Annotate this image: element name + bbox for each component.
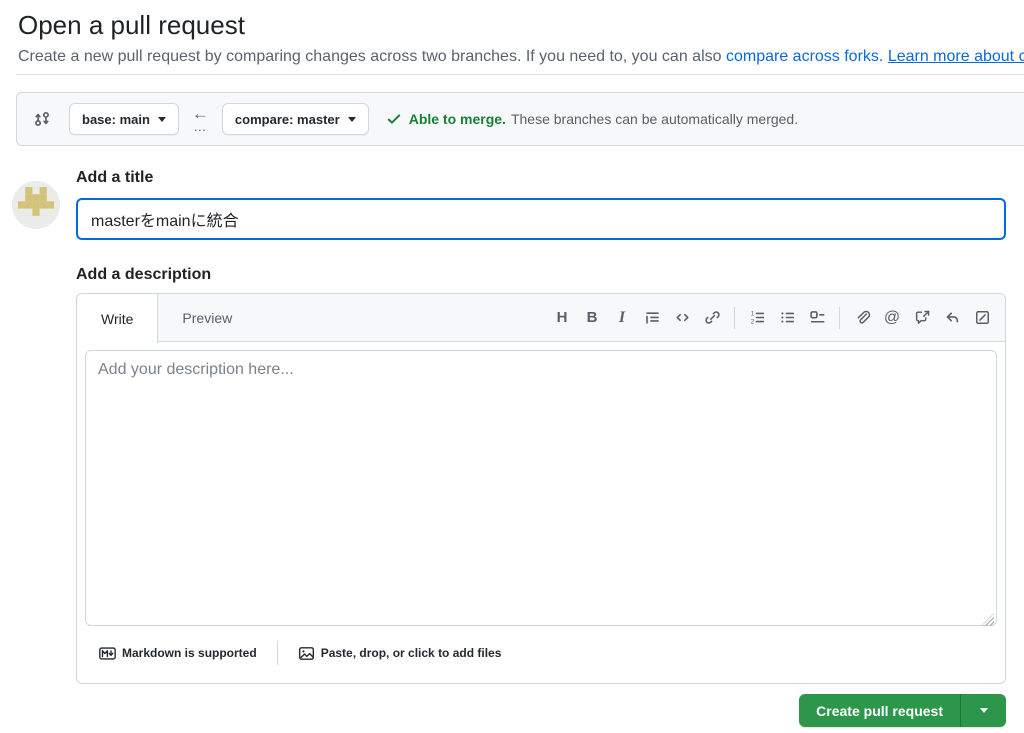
pull-request-form: Add a title Add a description Write Prev… — [0, 167, 1024, 727]
description-label: Add a description — [76, 266, 212, 283]
markdown-icon — [99, 645, 116, 662]
merge-status-text: These branches can be automatically merg… — [510, 111, 799, 127]
markdown-supported-link[interactable]: Markdown is supported — [91, 645, 265, 662]
tab-preview[interactable]: Preview — [158, 294, 256, 341]
link-icon[interactable] — [699, 305, 725, 331]
reply-icon[interactable] — [939, 305, 965, 331]
svg-text:2: 2 — [750, 318, 754, 325]
editor-toolbar: H B I 12 @ — [549, 294, 1005, 341]
subtitle-text: Create a new pull request by comparing c… — [18, 48, 726, 65]
create-pull-request-split-button: Create pull request — [799, 694, 1006, 727]
title-label: Add a title — [76, 169, 154, 186]
heading-icon[interactable]: H — [549, 305, 575, 331]
avatar — [12, 181, 60, 229]
attach-files-label: Paste, drop, or click to add files — [320, 646, 502, 660]
code-icon[interactable] — [669, 305, 695, 331]
base-branch-label: base: main — [82, 111, 150, 127]
footer-divider — [276, 641, 278, 665]
page-subtitle: Create a new pull request by comparing c… — [18, 46, 1024, 68]
page-title: Open a pull request — [18, 10, 245, 40]
editor-footer: Markdown is supported Paste, drop, or cl… — [85, 631, 997, 675]
toolbar-divider — [734, 306, 735, 329]
markdown-supported-label: Markdown is supported — [122, 646, 257, 660]
compare-direction-indicator: ← … — [192, 105, 209, 133]
merge-status: Able to merge. These branches can be aut… — [386, 111, 798, 127]
base-branch-button[interactable]: base: main — [69, 103, 179, 135]
fullscreen-icon[interactable] — [969, 305, 995, 331]
svg-text:1: 1 — [750, 311, 754, 318]
ellipsis-icon: … — [193, 119, 208, 134]
tab-write[interactable]: Write — [77, 294, 159, 343]
cross-reference-icon[interactable] — [909, 305, 935, 331]
editor-header: Write Preview H B I 1 2 @ — [77, 294, 1005, 343]
merge-status-strong: Able to merge. — [408, 111, 506, 127]
chevron-down-icon — [157, 116, 166, 122]
compare-branch-label: compare: master — [234, 111, 340, 127]
form-actions: Create pull request — [76, 694, 1006, 727]
learn-more-link[interactable]: Learn more about comparing branches. — [888, 48, 1024, 65]
toolbar-divider — [839, 306, 840, 329]
compare-across-forks-link[interactable]: compare across forks. — [726, 48, 883, 65]
check-icon — [386, 111, 402, 127]
task-list-icon[interactable] — [804, 305, 830, 331]
description-textarea[interactable] — [85, 350, 997, 626]
mention-icon[interactable]: @ — [879, 305, 905, 331]
branch-comparison-bar: base: main ← … compare: master Able to m… — [16, 92, 1024, 146]
markdown-editor: Write Preview H B I 1 2 @ Add your descr… — [76, 293, 1006, 684]
editor-body: Markdown is supported Paste, drop, or cl… — [77, 342, 1005, 683]
attach-files-button[interactable]: Paste, drop, or click to add files — [290, 645, 510, 662]
italic-icon[interactable]: I — [609, 305, 635, 331]
title-input[interactable] — [76, 198, 1006, 240]
quote-icon[interactable] — [639, 305, 665, 331]
bold-icon[interactable]: B — [579, 305, 605, 331]
git-compare-icon — [33, 110, 51, 128]
chevron-down-icon — [979, 708, 988, 713]
numbered-list-icon[interactable]: 12 — [744, 305, 770, 331]
create-pull-request-dropdown[interactable] — [960, 694, 1006, 727]
bullet-list-icon[interactable] — [774, 305, 800, 331]
create-pull-request-button[interactable]: Create pull request — [799, 694, 960, 727]
compare-branch-button[interactable]: compare: master — [221, 103, 369, 135]
chevron-down-icon — [347, 116, 356, 122]
paperclip-icon[interactable] — [849, 305, 875, 331]
image-icon — [298, 645, 315, 662]
header-divider — [16, 74, 1024, 75]
